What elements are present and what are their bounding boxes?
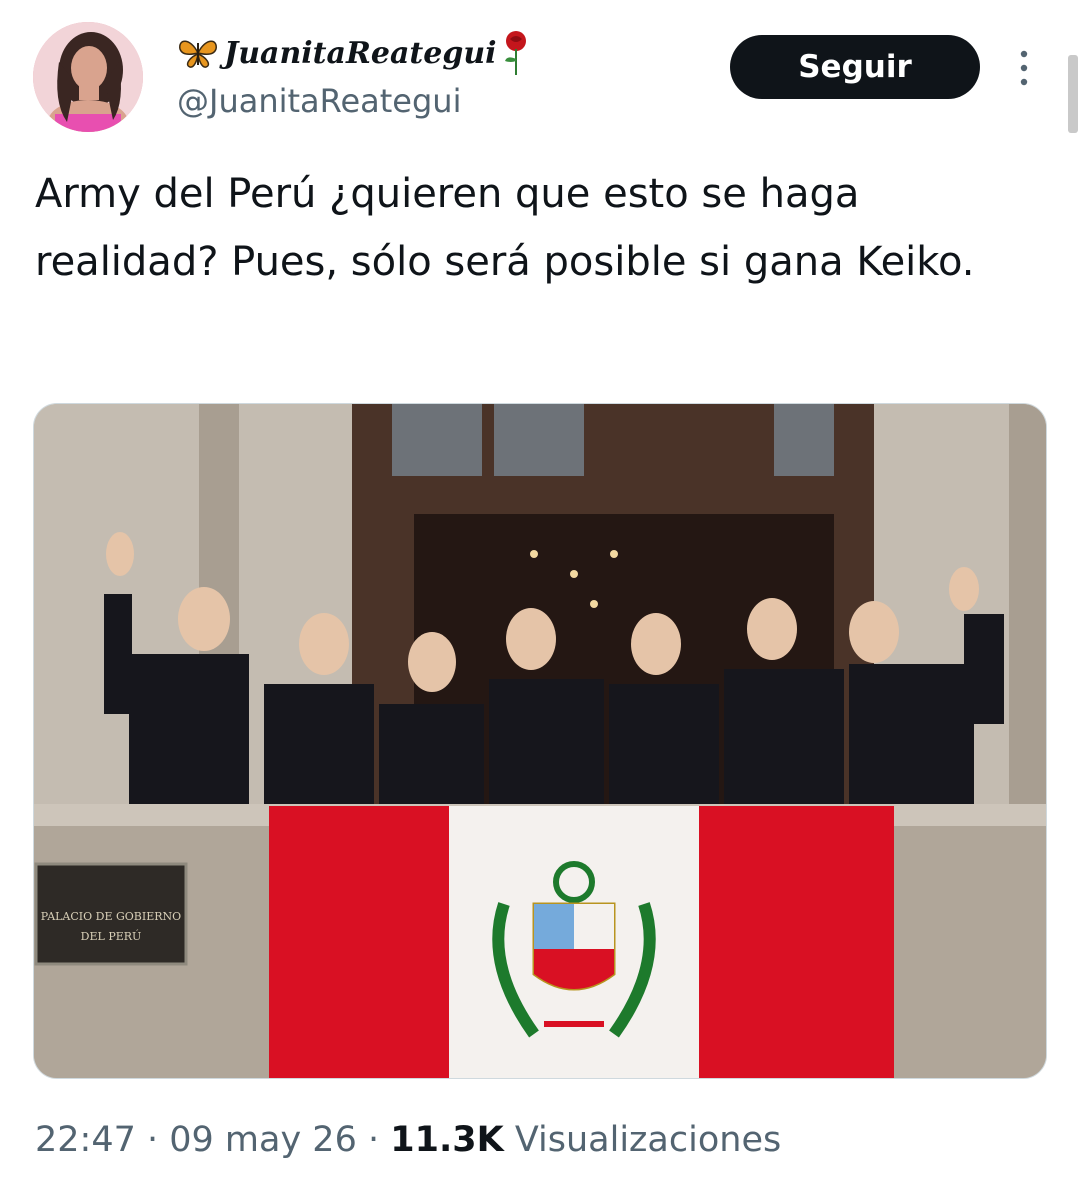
tweet-time[interactable]: 22:47 [35,1120,136,1160]
views-label: Visualizaciones [503,1120,782,1160]
author-handle[interactable]: @JuanitaReategui [177,82,461,120]
meta-separator: · [135,1120,170,1160]
plaque-line1: PALACIO DE GOBIERNO [41,910,181,923]
more-options-icon[interactable] [1012,48,1036,88]
tweet-text: Army del Perú ¿quieren que esto se haga … [35,171,975,285]
follow-button[interactable]: Seguir [730,35,980,99]
meta-separator-2: · [356,1120,391,1160]
views-count: 11.3K [390,1120,504,1160]
rose-icon [504,31,526,75]
scrollbar[interactable] [1068,55,1078,133]
author-avatar[interactable] [33,22,143,132]
display-name-text: JuanitaReategui [224,35,497,71]
plaque-line2: DEL PERÚ [81,929,142,943]
tweet-header: JuanitaReategui @JuanitaReategui Seguir [0,0,1080,140]
tweet-photo[interactable]: PALACIO DE GOBIERNO DEL PERÚ [33,403,1047,1079]
butterfly-icon [179,40,217,68]
tweet-date[interactable]: 09 may 26 [169,1120,357,1160]
tweet-meta: 22:47 · 09 may 26 · 11.3K Visualizacione… [35,1120,781,1160]
avatar-photo [33,22,143,132]
author-display-name[interactable]: JuanitaReategui [176,28,531,78]
balcony-photo: PALACIO DE GOBIERNO DEL PERÚ [34,404,1046,1078]
